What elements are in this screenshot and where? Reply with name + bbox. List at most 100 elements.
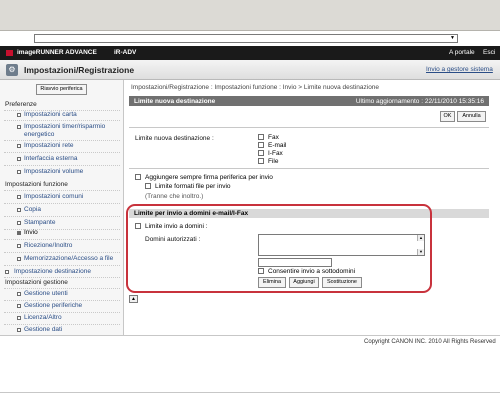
bullet-icon [17, 304, 21, 308]
browser-toolbar [0, 0, 500, 31]
divider [4, 288, 120, 289]
divider [4, 120, 120, 121]
sidebar-item-storage[interactable]: Memorizzazione/Accesso a file [24, 255, 120, 263]
sidebar-item-data[interactable]: Gestione dati [24, 326, 120, 334]
divider [4, 190, 120, 191]
divider [4, 277, 120, 278]
portal-link[interactable]: A portale [449, 49, 475, 56]
sidebar: Riavvio periferica Preferenze Impostazio… [0, 80, 124, 335]
email-checkbox[interactable] [258, 142, 264, 148]
divider [4, 216, 120, 217]
page-title-bar: ⚙ Impostazioni/Registrazione Invio a ges… [0, 60, 500, 80]
sidebar-item-receive[interactable]: Ricezione/Inoltro [24, 242, 120, 250]
allowed-domains-list[interactable]: ▲ ▼ [258, 234, 425, 256]
copyright: Copyright CANON INC. 2010 All Rights Res… [364, 339, 496, 345]
allowed-domains-label: Domini autorizzati : [145, 236, 201, 243]
bullet-icon [17, 244, 21, 248]
device-header: imageRUNNER ADVANCE iR-ADV A portale Esc… [0, 46, 500, 60]
delete-button[interactable]: Elimina [258, 277, 286, 288]
ifax-checkbox[interactable] [258, 150, 264, 156]
limit-formats-checkbox[interactable] [145, 183, 151, 189]
page-title: Impostazioni/Registrazione [24, 65, 135, 75]
sidebar-item-send[interactable]: Invio [24, 229, 120, 237]
add-signature-label: Aggiungere sempre firma periferica per i… [145, 174, 273, 181]
sidebar-item-copy[interactable]: Copia [24, 206, 120, 214]
sidebar-item-volume[interactable]: Impostazioni volume [24, 168, 120, 176]
divider [129, 127, 489, 128]
divider [4, 324, 120, 325]
email-label: E-mail [268, 142, 287, 149]
cancel-button[interactable]: Annulla [457, 111, 486, 122]
divider [129, 168, 489, 169]
bullet-icon [17, 316, 21, 320]
bullet-icon [17, 195, 21, 199]
divider [4, 300, 120, 301]
domain-input[interactable] [258, 258, 332, 267]
content-header: Limite nuova destinazione Ultimo aggiorn… [129, 96, 489, 106]
logout-link[interactable]: Esci [483, 49, 495, 56]
chevron-down-icon[interactable]: ▼ [448, 35, 457, 42]
sidebar-item-network[interactable]: Impostazioni rete [24, 142, 120, 150]
add-signature-checkbox[interactable] [135, 174, 141, 180]
limit-formats-label: Limite formati file per invio [155, 183, 231, 190]
bullet-icon [17, 125, 21, 129]
content-title: Limite nuova destinazione [134, 98, 216, 105]
bullet-icon [17, 292, 21, 296]
fax-label: Fax [268, 134, 279, 141]
ok-button[interactable]: OK [440, 111, 455, 122]
bullet-icon [17, 157, 21, 161]
replace-button[interactable]: Sostituzione [322, 277, 362, 288]
last-update: Ultimo aggiornamento : 22/11/2010 15:35:… [355, 98, 484, 105]
sidebar-section-preferences: Preferenze [5, 101, 37, 108]
ifax-label: I-Fax [268, 150, 283, 157]
sidebar-item-interface[interactable]: Interfaccia esterna [24, 155, 120, 163]
divider [4, 152, 120, 153]
settings-icon: ⚙ [6, 64, 18, 76]
breadcrumb: Impostazioni/Registrazione : Impostazion… [131, 84, 380, 91]
subdomains-label: Consentire invio a sottodomini [268, 268, 356, 275]
divider [4, 203, 120, 204]
product-name: imageRUNNER ADVANCE [17, 49, 97, 56]
address-bar[interactable]: ▼ [34, 34, 458, 43]
new-destination-label: Limite nuova destinazione : [135, 135, 214, 142]
divider [4, 140, 120, 141]
bullet-icon [17, 221, 21, 225]
bullet-icon [17, 170, 21, 174]
file-checkbox[interactable] [258, 158, 264, 164]
sidebar-item-license[interactable]: Licenza/Altro [24, 314, 120, 322]
bullet-icon [17, 144, 21, 148]
add-button[interactable]: Aggiungi [289, 277, 319, 288]
file-label: File [268, 158, 279, 165]
bullet-icon [17, 328, 21, 332]
sidebar-item-printer[interactable]: Stampante [24, 219, 120, 227]
scroll-up-icon[interactable]: ▲ [417, 235, 424, 241]
send-to-admin-link[interactable]: Invio a gestore sistema [426, 66, 493, 73]
subdomains-checkbox[interactable] [258, 268, 264, 274]
fax-checkbox[interactable] [258, 134, 264, 140]
sidebar-section-management: Impostazioni gestione [5, 279, 68, 286]
model-name: iR-ADV [114, 49, 137, 56]
divider [4, 265, 120, 266]
sidebar-item-destination[interactable]: Impostazione destinazione [14, 268, 110, 276]
sidebar-item-common[interactable]: Impostazioni comuni [24, 193, 120, 201]
scroll-top-icon[interactable]: ▲ [129, 295, 138, 303]
bullet-icon [17, 231, 21, 235]
canon-logo-icon [6, 50, 13, 56]
limit-domains-label: Limite invio a domini : [145, 223, 208, 230]
sidebar-item-timer[interactable]: Impostazioni timer/risparmio energetico [24, 123, 120, 138]
divider [4, 312, 120, 313]
divider [0, 392, 500, 393]
sidebar-item-paper[interactable]: Impostazioni carta [24, 111, 120, 119]
sidebar-item-devices[interactable]: Gestione periferiche [24, 302, 120, 310]
bullet-icon [5, 270, 9, 274]
limit-domains-checkbox[interactable] [135, 223, 141, 229]
divider [0, 335, 500, 336]
divider [4, 252, 120, 253]
bullet-icon [17, 113, 21, 117]
bullet-icon [17, 208, 21, 212]
sidebar-item-users[interactable]: Gestione utenti [24, 290, 120, 298]
restart-device-button[interactable]: Riavvio periferica [36, 84, 87, 95]
forward-note: (Tranne che inoltro.) [145, 193, 204, 200]
scroll-down-icon[interactable]: ▼ [417, 249, 424, 255]
divider [4, 165, 120, 166]
